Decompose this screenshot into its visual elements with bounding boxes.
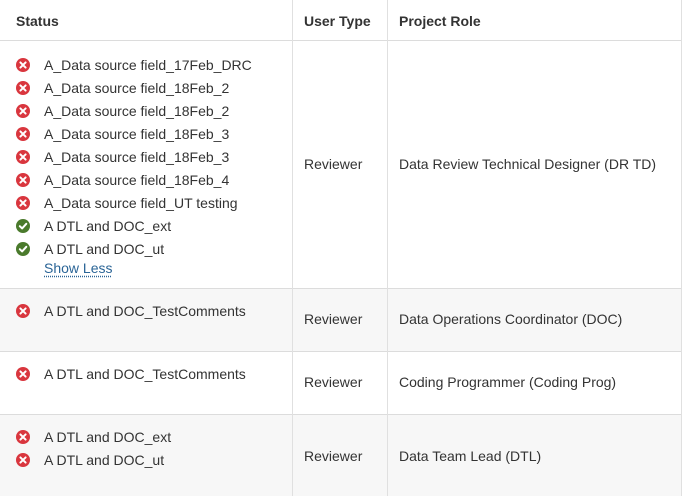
x-circle-icon	[16, 150, 30, 164]
x-circle-icon	[16, 453, 30, 467]
status-label: A DTL and DOC_ext	[44, 429, 172, 445]
column-divider	[387, 0, 388, 496]
table-row: A_Data source field_17Feb_DRC A_Data sou…	[0, 41, 682, 289]
user-type-cell: Reviewer	[304, 374, 363, 390]
table-row: A DTL and DOC_ext A DTL and DOC_ut Revie…	[0, 415, 682, 496]
x-circle-icon	[16, 58, 30, 72]
x-circle-icon	[16, 367, 30, 381]
x-circle-icon	[16, 196, 30, 210]
project-role-cell: Coding Programmer (Coding Prog)	[399, 374, 617, 390]
status-label: A DTL and DOC_ut	[44, 241, 165, 257]
check-circle-icon	[16, 219, 30, 233]
table-row: A DTL and DOC_TestComments Reviewer Data…	[0, 289, 682, 352]
user-type-cell: Reviewer	[304, 156, 363, 172]
x-circle-icon	[16, 430, 30, 444]
status-item: A DTL and DOC_TestComments	[16, 364, 246, 384]
status-item: A_Data source field_18Feb_2	[16, 101, 229, 121]
user-type-cell: Reviewer	[304, 311, 363, 327]
status-item: A DTL and DOC_TestComments	[16, 301, 246, 321]
status-label: A DTL and DOC_TestComments	[44, 303, 246, 319]
show-less-link[interactable]: Show Less	[44, 260, 112, 276]
check-circle-icon	[16, 242, 30, 256]
status-item: A DTL and DOC_ext	[16, 216, 171, 236]
status-item: A_Data source field_18Feb_4	[16, 170, 229, 190]
x-circle-icon	[16, 173, 30, 187]
column-divider	[292, 0, 293, 496]
user-type-cell: Reviewer	[304, 448, 363, 464]
project-role-cell: Data Review Technical Designer (DR TD)	[399, 156, 657, 172]
table-header: Status User Type Project Role	[0, 0, 682, 41]
status-label: A DTL and DOC_ext	[44, 218, 172, 234]
header-user-type[interactable]: User Type	[304, 0, 371, 41]
status-label: A DTL and DOC_TestComments	[44, 366, 246, 382]
x-circle-icon	[16, 304, 30, 318]
x-circle-icon	[16, 127, 30, 141]
status-item: A_Data source field_UT testing	[16, 193, 238, 213]
status-label: A_Data source field_18Feb_4	[44, 172, 230, 188]
header-status[interactable]: Status	[16, 0, 59, 41]
status-label: A DTL and DOC_ut	[44, 452, 165, 468]
status-item: A_Data source field_18Feb_2	[16, 78, 229, 98]
table-row: A DTL and DOC_TestComments Reviewer Codi…	[0, 352, 682, 415]
status-label: A_Data source field_UT testing	[44, 195, 238, 211]
x-circle-icon	[16, 104, 30, 118]
header-project-role[interactable]: Project Role	[399, 0, 481, 41]
project-role-cell: Data Team Lead (DTL)	[399, 448, 542, 464]
members-table: Status User Type Project Role A_Data sou…	[0, 0, 682, 496]
status-label: A_Data source field_18Feb_3	[44, 126, 230, 142]
status-label: A_Data source field_18Feb_2	[44, 103, 230, 119]
status-item: A DTL and DOC_ut	[16, 239, 164, 259]
status-label: A_Data source field_18Feb_3	[44, 149, 230, 165]
status-item: A DTL and DOC_ext	[16, 427, 171, 447]
status-item: A_Data source field_18Feb_3	[16, 124, 229, 144]
status-item: A DTL and DOC_ut	[16, 450, 164, 470]
status-item: A_Data source field_18Feb_3	[16, 147, 229, 167]
status-label: A_Data source field_17Feb_DRC	[44, 57, 252, 73]
status-item: A_Data source field_17Feb_DRC	[16, 55, 252, 75]
x-circle-icon	[16, 81, 30, 95]
project-role-cell: Data Operations Coordinator (DOC)	[399, 311, 623, 327]
status-label: A_Data source field_18Feb_2	[44, 80, 230, 96]
